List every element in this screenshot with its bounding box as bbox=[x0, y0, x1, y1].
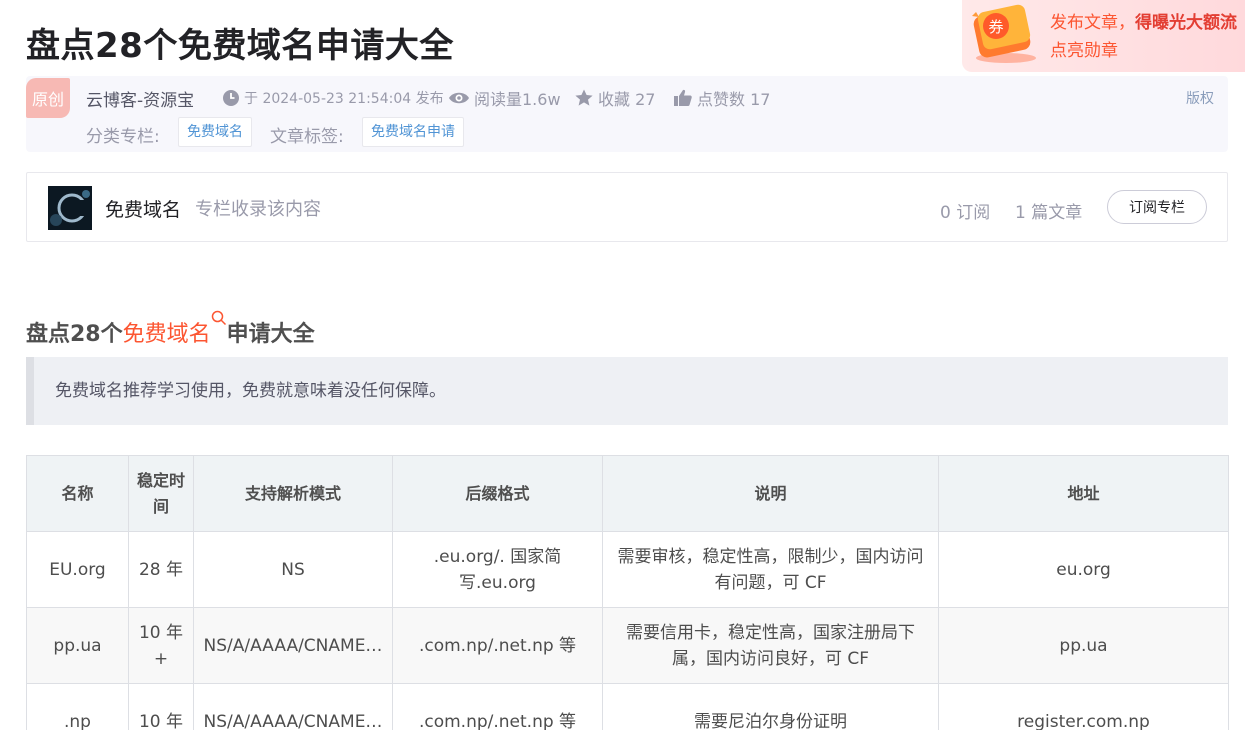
column-avatar[interactable] bbox=[48, 186, 92, 230]
header-suffix: 后缀格式 bbox=[392, 455, 603, 532]
cell-dns-modes: NS/A/AAAA/CNAME… bbox=[193, 683, 393, 730]
author-name[interactable]: 云博客-资源宝 bbox=[86, 86, 194, 111]
column-description: 专栏收录该内容 bbox=[195, 199, 321, 220]
cell-name: .np bbox=[26, 683, 129, 730]
favorite-button[interactable]: 收藏 27 bbox=[574, 86, 655, 110]
subscribe-column-button[interactable]: 订阅专栏 bbox=[1107, 190, 1207, 224]
tags-label: 文章标签: bbox=[270, 127, 344, 147]
cell-stable-time: 10 年 + bbox=[128, 607, 194, 684]
keyword-link[interactable]: 免费域名 bbox=[123, 310, 227, 347]
domains-table: 名称 稳定时间 支持解析模式 后缀格式 说明 地址 EU.org 28 年 NS… bbox=[26, 455, 1229, 730]
cell-address: register.com.np bbox=[938, 683, 1229, 730]
table-row: .np 10 年 NS/A/AAAA/CNAME… .com.np/.net.n… bbox=[26, 683, 1229, 730]
star-icon bbox=[575, 89, 593, 106]
column-subscribers: 0 订阅 bbox=[940, 203, 991, 223]
cell-name: pp.ua bbox=[26, 607, 129, 684]
column-article-count: 1 篇文章 bbox=[1015, 203, 1083, 223]
cell-suffix: .com.np/.net.np 等 bbox=[392, 683, 603, 730]
like-button[interactable]: 点赞数 17 bbox=[673, 86, 770, 110]
promo-subtext: 点亮勋章 bbox=[1050, 41, 1118, 61]
table-header-row: 名称 稳定时间 支持解析模式 后缀格式 说明 地址 bbox=[26, 455, 1229, 532]
cell-suffix: .com.np/.net.np 等 bbox=[392, 607, 603, 684]
column-cover-icon bbox=[48, 186, 92, 230]
header-description: 说明 bbox=[602, 455, 939, 532]
eye-icon bbox=[449, 92, 469, 104]
cell-address: eu.org bbox=[938, 531, 1229, 608]
article-meta: 原创 云博客-资源宝 于 2024-05-23 21:54:04 发布 阅读量1… bbox=[26, 76, 1228, 152]
cell-stable-time: 10 年 bbox=[128, 683, 194, 730]
cell-name: EU.org bbox=[26, 531, 129, 608]
coupon-icon: 券 bbox=[972, 4, 1036, 63]
table-row: EU.org 28 年 NS .eu.org/. 国家简写.eu.org 需要审… bbox=[26, 531, 1229, 608]
category-label: 分类专栏: bbox=[86, 127, 160, 147]
cell-dns-modes: NS bbox=[193, 531, 393, 608]
article-tag[interactable]: 免费域名申请 bbox=[362, 117, 464, 147]
cell-dns-modes: NS/A/AAAA/CNAME… bbox=[193, 607, 393, 684]
table-row: pp.ua 10 年 + NS/A/AAAA/CNAME… .com.np/.n… bbox=[26, 607, 1229, 684]
publish-time: 于 2024-05-23 21:54:04 发布 bbox=[222, 88, 444, 108]
header-address: 地址 bbox=[938, 455, 1229, 532]
column-name[interactable]: 免费域名 bbox=[105, 195, 181, 222]
promo-banner[interactable]: 券 发布文章，得曝光大额流 点亮勋章 bbox=[962, 0, 1245, 72]
header-name: 名称 bbox=[26, 455, 129, 532]
copyright-link[interactable]: 版权 bbox=[1186, 88, 1214, 108]
read-count: 阅读量1.6w bbox=[448, 86, 561, 110]
section-heading: 盘点28个免费域名 申请大全 bbox=[26, 310, 315, 348]
category-tag[interactable]: 免费域名 bbox=[178, 117, 252, 147]
cell-suffix: .eu.org/. 国家简写.eu.org bbox=[392, 531, 603, 608]
search-icon bbox=[211, 310, 226, 326]
cell-stable-time: 28 年 bbox=[128, 531, 194, 608]
article-title: 盘点28个免费域名申请大全 bbox=[26, 26, 454, 66]
cell-description: 需要信用卡，稳定性高，国家注册局下属，国内访问良好，可 CF bbox=[602, 607, 939, 684]
blockquote: 免费域名推荐学习使用，免费就意味着没任何保障。 bbox=[26, 357, 1228, 425]
header-stable-time: 稳定时间 bbox=[128, 455, 194, 532]
thumbs-up-icon bbox=[674, 89, 692, 106]
column-card: 免费域名 专栏收录该内容 0 订阅 1 篇文章 订阅专栏 bbox=[26, 172, 1228, 242]
original-badge: 原创 bbox=[26, 78, 70, 118]
promo-text: 发布文章，得曝光大额流 bbox=[1050, 13, 1237, 33]
svg-text:券: 券 bbox=[988, 18, 1003, 36]
clock-icon bbox=[223, 90, 239, 106]
cell-description: 需要审核，稳定性高，限制少，国内访问有问题，可 CF bbox=[602, 531, 939, 608]
cell-description: 需要尼泊尔身份证明 bbox=[602, 683, 939, 730]
cell-address: pp.ua bbox=[938, 607, 1229, 684]
header-dns-modes: 支持解析模式 bbox=[193, 455, 393, 532]
